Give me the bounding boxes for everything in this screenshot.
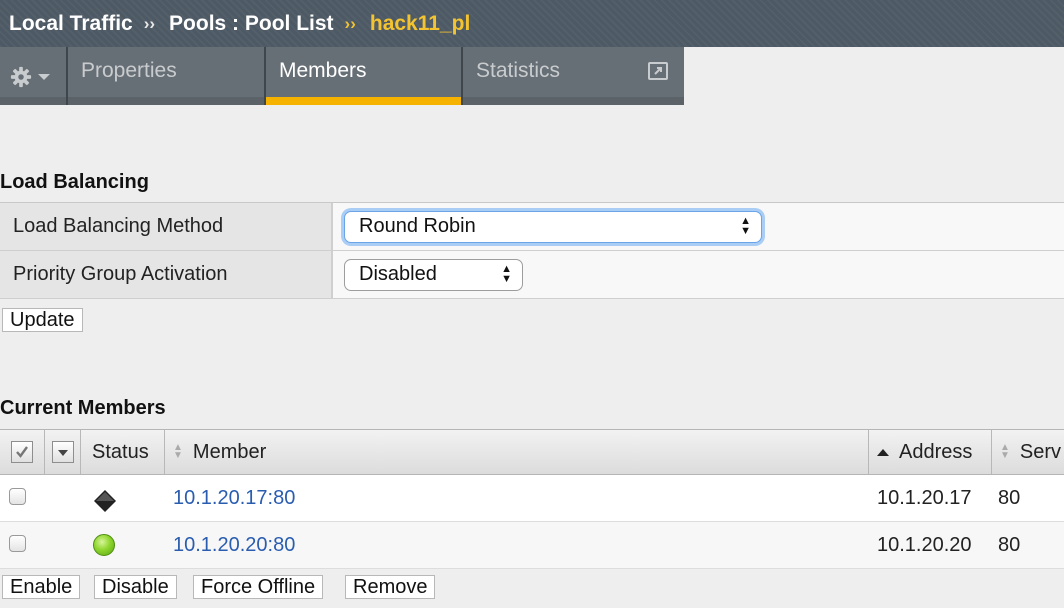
load-balancing-table: Load Balancing Method Round Robin ▲ ▼ Pri… (0, 202, 1064, 299)
member-address: 10.1.20.17 (877, 486, 972, 509)
tab-bar: Properties Members Statistics (0, 47, 684, 105)
select-arrows-icon: ▲ ▼ (501, 262, 512, 285)
breadcrumb-pool-list[interactable]: Pools : Pool List (169, 12, 334, 36)
column-member-label: Member (192, 440, 267, 463)
tab-statistics[interactable]: Statistics (463, 47, 684, 105)
select-arrows-icon: ▲ ▼ (740, 214, 751, 237)
tab-members[interactable]: Members (266, 47, 463, 105)
disable-button[interactable]: Disable (94, 575, 177, 599)
column-address[interactable]: Address (869, 430, 992, 474)
priority-group-value: Disabled (359, 263, 437, 285)
lb-method-row: Load Balancing Method Round Robin ▲ ▼ (0, 203, 1064, 251)
member-link[interactable]: 10.1.20.17:80 (173, 487, 295, 509)
breadcrumb-separator: ›› (344, 13, 356, 33)
column-service-port[interactable]: ▲ ▼ Serv (992, 430, 1064, 474)
popout-icon[interactable] (648, 62, 668, 80)
lb-method-label: Load Balancing Method (0, 203, 333, 250)
members-table: Status ▲ ▼ Member Address ▲ ▼ Serv 10.1.20… (0, 429, 1064, 569)
table-row: 10.1.20.17:80 10.1.20.17 80 (0, 475, 1064, 522)
member-link[interactable]: 10.1.20.20:80 (173, 534, 295, 556)
breadcrumb-local-traffic[interactable]: Local Traffic (9, 12, 133, 36)
priority-group-row: Priority Group Activation Disabled ▲ ▼ (0, 251, 1064, 299)
breadcrumb: Local Traffic ›› Pools : Pool List ›› ha… (0, 0, 1064, 47)
gear-icon (10, 66, 32, 88)
breadcrumb-current: hack11_pl (369, 11, 471, 35)
column-member[interactable]: ▲ ▼ Member (165, 430, 869, 474)
selection-dropdown-button[interactable] (51, 441, 74, 463)
tab-label: Properties (81, 59, 177, 82)
table-row: 10.1.20.20:80 10.1.20.20 80 (0, 522, 1064, 569)
enable-button[interactable]: Enable (2, 575, 81, 599)
tab-label: Members (279, 59, 367, 82)
sort-icon: ▲ ▼ (1000, 442, 1010, 461)
active-tab-indicator (266, 97, 461, 105)
row-checkbox[interactable] (9, 487, 26, 505)
column-status-label: Status (92, 440, 149, 463)
remove-button[interactable]: Remove (345, 575, 436, 599)
priority-group-select[interactable]: Disabled ▲ ▼ (344, 258, 523, 291)
sort-icon: ▲ ▼ (173, 442, 183, 461)
force-offline-button[interactable]: Force Offline (193, 575, 324, 599)
select-all-checkbox[interactable] (11, 441, 33, 463)
chevron-down-icon (38, 74, 50, 80)
load-balancing-title: Load Balancing (0, 171, 149, 193)
lb-method-value: Round Robin (359, 215, 476, 237)
tab-properties[interactable]: Properties (68, 47, 266, 105)
row-checkbox[interactable] (9, 534, 26, 552)
settings-menu-button[interactable] (0, 47, 68, 105)
sort-ascending-icon (877, 448, 889, 456)
column-service-label: Serv (1019, 440, 1062, 463)
breadcrumb-separator: ›› (143, 13, 156, 33)
member-service-port: 80 (998, 533, 1021, 556)
tab-label: Statistics (476, 59, 561, 82)
black-diamond-icon (94, 490, 116, 512)
column-address-label: Address (899, 440, 973, 463)
member-service-port: 80 (998, 486, 1021, 509)
priority-group-label: Priority Group Activation (0, 251, 333, 298)
green-circle-icon (93, 534, 115, 556)
member-address: 10.1.20.20 (877, 533, 972, 556)
checkmark-icon (16, 446, 28, 458)
lb-method-select[interactable]: Round Robin ▲ ▼ (344, 210, 762, 243)
members-table-header: Status ▲ ▼ Member Address ▲ ▼ Serv (0, 429, 1064, 475)
current-members-title: Current Members (0, 397, 166, 419)
update-button[interactable]: Update (2, 308, 83, 332)
chevron-down-icon (57, 450, 68, 456)
column-status[interactable]: Status (81, 430, 165, 474)
